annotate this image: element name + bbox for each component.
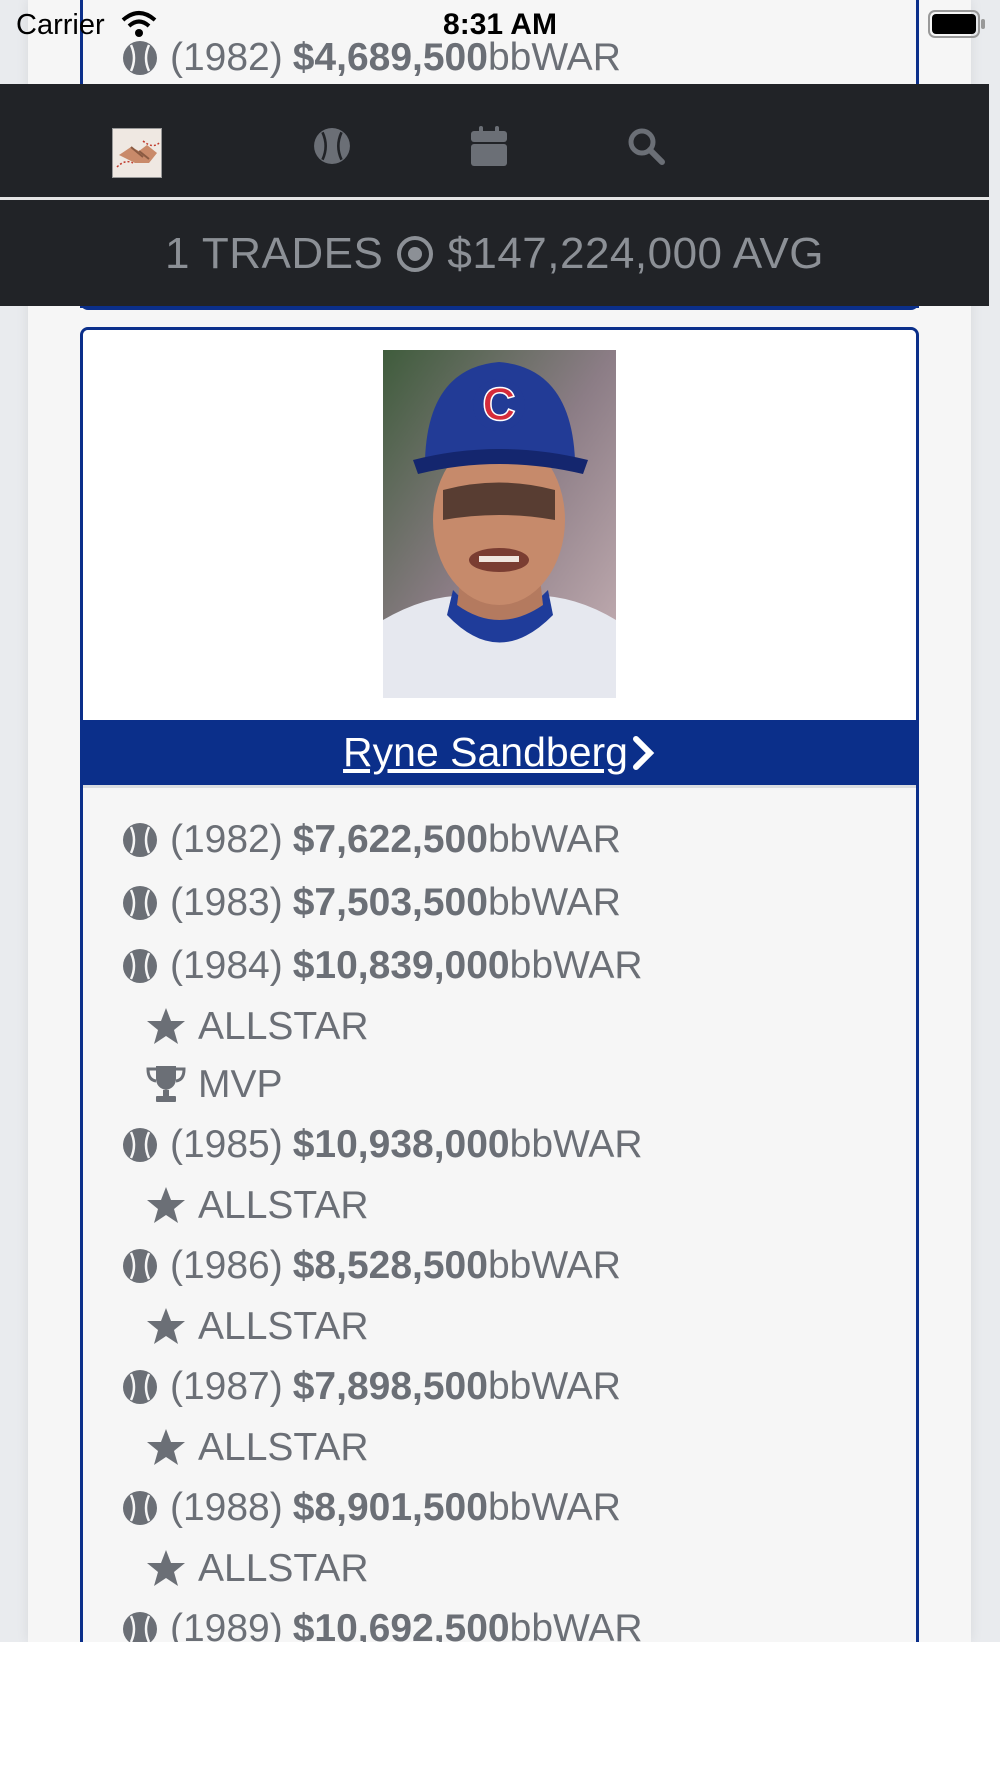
stat-line: (1984) $10,839,000 bbWAR bbox=[122, 946, 643, 985]
award-label: ALLSTAR bbox=[198, 1546, 369, 1590]
trades-count: 1 TRADES bbox=[165, 229, 384, 278]
stat-line: (1987) $7,898,500 bbWAR bbox=[122, 1367, 621, 1406]
star-icon bbox=[147, 1429, 185, 1465]
player-name[interactable]: Ryne Sandberg bbox=[343, 729, 628, 776]
stat-year: (1984) bbox=[170, 944, 283, 987]
award-label: ALLSTAR bbox=[198, 1004, 369, 1048]
svg-text:C: C bbox=[482, 378, 515, 430]
star-icon bbox=[147, 1550, 185, 1586]
stat-year: (1982) bbox=[170, 818, 283, 861]
stat-line: (1988) $8,901,500 bbWAR bbox=[122, 1488, 621, 1527]
stat-line: (1982) $7,622,500 bbWAR bbox=[122, 820, 621, 859]
nav-search[interactable] bbox=[626, 122, 666, 170]
stat-unit: bbWAR bbox=[487, 1486, 621, 1529]
stat-unit: bbWAR bbox=[487, 818, 621, 861]
stat-amount: $10,938,000 bbox=[292, 1123, 510, 1166]
nav-bar bbox=[0, 84, 989, 200]
baseball-icon bbox=[123, 1490, 157, 1525]
stat-amount: $8,528,500 bbox=[292, 1244, 488, 1287]
calendar-icon bbox=[471, 126, 507, 166]
stat-year: (1987) bbox=[170, 1365, 283, 1408]
stat-unit: bbWAR bbox=[487, 1244, 621, 1287]
handshake-icon bbox=[113, 129, 161, 177]
award-line: ALLSTAR bbox=[144, 1306, 369, 1346]
nav-players[interactable] bbox=[312, 122, 352, 170]
battery-icon bbox=[928, 10, 985, 38]
baseball-icon bbox=[123, 885, 157, 920]
award-line: ALLSTAR bbox=[144, 1006, 369, 1046]
bottom-blank-area bbox=[0, 1642, 1000, 1778]
award-label: ALLSTAR bbox=[198, 1304, 369, 1348]
stat-unit: bbWAR bbox=[509, 944, 643, 987]
name-divider bbox=[83, 785, 916, 788]
star-icon bbox=[147, 1308, 185, 1344]
clock: 8:31 AM bbox=[443, 8, 557, 41]
trophy-icon bbox=[146, 1066, 186, 1102]
award-label: MVP bbox=[198, 1062, 283, 1106]
stat-amount: $10,839,000 bbox=[292, 944, 510, 987]
baseball-icon bbox=[123, 1248, 157, 1283]
award-line: ALLSTAR bbox=[144, 1185, 369, 1225]
photo-area: C bbox=[83, 330, 916, 720]
stat-line: (1983) $7,503,500 bbWAR bbox=[122, 883, 621, 922]
stat-amount: $7,898,500 bbox=[292, 1365, 488, 1408]
award-line: ALLSTAR bbox=[144, 1427, 369, 1467]
stat-year: (1988) bbox=[170, 1486, 283, 1529]
award-label: ALLSTAR bbox=[198, 1425, 369, 1469]
stat-unit: bbWAR bbox=[487, 881, 621, 924]
chevron-right-icon[interactable] bbox=[630, 735, 656, 771]
baseball-icon bbox=[314, 128, 350, 164]
stat-year: (1983) bbox=[170, 881, 283, 924]
award-label: ALLSTAR bbox=[198, 1183, 369, 1227]
status-bar: Carrier 8:31 AM bbox=[0, 0, 1000, 50]
stat-amount: $8,901,500 bbox=[292, 1486, 488, 1529]
star-icon bbox=[147, 1187, 185, 1223]
handshake-logo[interactable] bbox=[112, 128, 162, 178]
baseball-icon bbox=[123, 1127, 157, 1162]
dot-circle-icon bbox=[397, 236, 434, 272]
player-name-link[interactable]: Ryne Sandberg bbox=[83, 720, 916, 785]
app-header: 1 TRADES $147,224,000 AVG bbox=[0, 84, 989, 306]
baseball-icon bbox=[123, 948, 157, 983]
stat-amount: $7,503,500 bbox=[292, 881, 488, 924]
baseball-icon bbox=[123, 1369, 157, 1404]
stat-line: (1985) $10,938,000 bbWAR bbox=[122, 1125, 643, 1164]
search-icon bbox=[628, 128, 665, 165]
award-line: MVP bbox=[144, 1064, 283, 1104]
star-icon bbox=[147, 1008, 185, 1044]
stat-year: (1986) bbox=[170, 1244, 283, 1287]
nav-calendar[interactable] bbox=[470, 122, 508, 170]
stat-line: (1986) $8,528,500 bbWAR bbox=[122, 1246, 621, 1285]
stat-unit: bbWAR bbox=[487, 1365, 621, 1408]
award-line: ALLSTAR bbox=[144, 1548, 369, 1588]
average-value: $147,224,000 AVG bbox=[447, 229, 824, 278]
trade-summary: 1 TRADES $147,224,000 AVG bbox=[0, 202, 989, 306]
stat-unit: bbWAR bbox=[509, 1123, 643, 1166]
stat-year: (1985) bbox=[170, 1123, 283, 1166]
player-photo[interactable]: C bbox=[383, 350, 616, 698]
baseball-icon bbox=[123, 822, 157, 857]
stat-amount: $7,622,500 bbox=[292, 818, 488, 861]
